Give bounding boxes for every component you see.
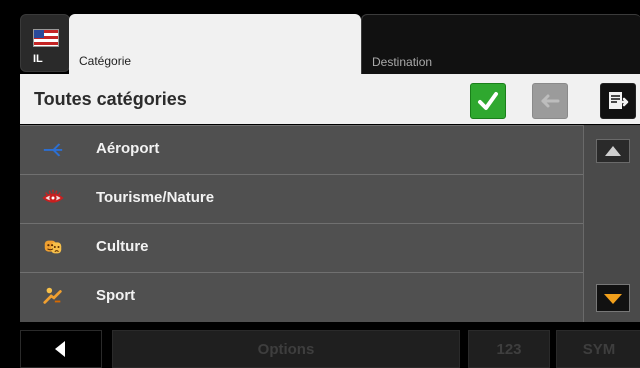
list-item[interactable]: Aéroport [20, 125, 583, 172]
numeric-label: 123 [496, 341, 522, 358]
theater-masks-icon [44, 240, 62, 254]
export-icon [609, 92, 629, 109]
tab-label: Destination [372, 55, 433, 69]
list-item-label: Aéroport [96, 140, 160, 157]
list-item-label: Tourisme/Nature [96, 189, 215, 206]
tab-label: Catégorie [79, 54, 132, 68]
list-item-label: Culture [96, 238, 149, 255]
country-button[interactable]: IL [20, 14, 70, 72]
list-item-label: Sport [96, 287, 136, 304]
triangle-down-icon [604, 294, 622, 304]
bottom-toolbar: Options 123 SYM [0, 322, 640, 368]
sport-icon [43, 287, 62, 304]
airplane-icon [43, 143, 63, 157]
scroll-down-button[interactable] [596, 284, 630, 312]
options-label: Options [257, 341, 315, 358]
category-header: Toutes catégories [20, 74, 640, 124]
backspace-button[interactable] [532, 83, 568, 119]
export-button[interactable] [600, 83, 636, 119]
tab-categorie[interactable]: Catégorie [69, 14, 361, 74]
check-icon [478, 92, 498, 110]
top-tab-bar: IL Catégorie Destination [0, 0, 640, 75]
tab-destination[interactable]: Destination [361, 14, 640, 75]
list-item[interactable]: Culture [20, 223, 583, 270]
triangle-up-icon [605, 146, 621, 156]
us-flag-icon [33, 29, 59, 47]
list-item[interactable]: Sport [20, 272, 583, 319]
symbols-keyboard-button[interactable]: SYM [556, 330, 640, 368]
back-button[interactable] [20, 330, 102, 368]
category-list: Aéroport Tourisme/Nature Culture Sport [20, 125, 583, 322]
arrow-left-icon [541, 94, 560, 108]
eye-icon [42, 189, 64, 203]
symbols-label: SYM [582, 341, 616, 358]
list-item[interactable]: Tourisme/Nature [20, 174, 583, 221]
scrollbar [583, 125, 640, 322]
country-code: IL [33, 53, 43, 65]
scroll-up-button[interactable] [596, 139, 630, 163]
confirm-button[interactable] [470, 83, 506, 119]
arrow-left-icon [55, 341, 65, 357]
page-title: Toutes catégories [34, 89, 187, 109]
numeric-keyboard-button[interactable]: 123 [468, 330, 550, 368]
options-button[interactable]: Options [112, 330, 460, 368]
